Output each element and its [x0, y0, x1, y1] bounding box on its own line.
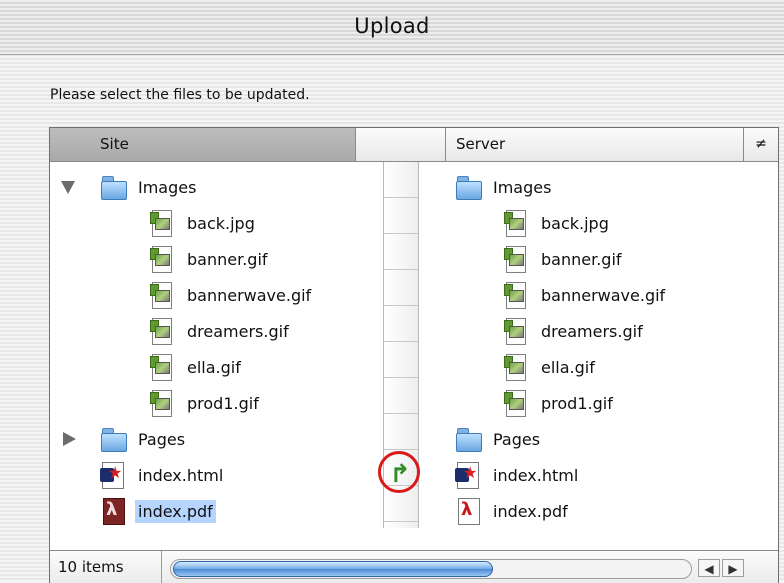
site-file-index-pdf[interactable]: λ index.pdf [50, 493, 216, 529]
instruction-text: Please select the files to be updated. [50, 87, 310, 103]
image-file-icon [503, 209, 527, 237]
server-file-index-html[interactable]: ★ index.html [455, 457, 578, 493]
server-item-label: prod1.gif [541, 393, 613, 413]
pdf-file-icon: λ [100, 497, 126, 525]
server-item-label: index.html [493, 465, 579, 485]
image-file-icon [149, 281, 173, 309]
site-item-label: Pages [138, 429, 186, 449]
image-file-icon [149, 389, 173, 417]
server-file-dreamers-gif[interactable]: dreamers.gif [503, 313, 643, 349]
image-file-icon [503, 281, 527, 309]
site-folder-pages[interactable]: Pages [50, 421, 185, 457]
site-file-ella-gif[interactable]: ella.gif [50, 349, 241, 385]
site-item-label: banner.gif [187, 249, 268, 269]
image-file-icon [149, 209, 173, 237]
site-item-label-selected: index.pdf [135, 499, 216, 523]
folder-icon [100, 174, 127, 200]
server-item-label: Pages [493, 429, 541, 449]
site-file-dreamers-gif[interactable]: dreamers.gif [50, 313, 289, 349]
image-file-icon [503, 245, 527, 273]
status-bar: 10 items ◀ ▶ [50, 550, 778, 583]
action-cell[interactable] [384, 306, 418, 342]
image-file-icon [149, 317, 173, 345]
site-file-back-jpg[interactable]: back.jpg [50, 205, 255, 241]
action-column-header[interactable] [356, 128, 446, 162]
site-folder-images[interactable]: Images [50, 169, 196, 205]
image-file-icon [149, 353, 173, 381]
server-file-ella-gif[interactable]: ella.gif [503, 349, 595, 385]
sort-order-button[interactable]: ≠ [744, 128, 778, 162]
put-arrow-icon[interactable]: ↱ [381, 454, 419, 492]
action-cell[interactable] [384, 270, 418, 306]
horizontal-scrollbar[interactable] [170, 559, 692, 579]
site-item-label: index.html [138, 465, 224, 485]
site-item-label: prod1.gif [187, 393, 259, 413]
server-file-back-jpg[interactable]: back.jpg [503, 205, 609, 241]
server-item-label: dreamers.gif [541, 321, 643, 341]
folder-icon [100, 426, 127, 452]
site-file-banner-gif[interactable]: banner.gif [50, 241, 268, 277]
action-cell[interactable] [384, 378, 418, 414]
site-item-label: dreamers.gif [187, 321, 289, 341]
server-item-label: index.pdf [493, 501, 568, 521]
server-file-prod1-gif[interactable]: prod1.gif [503, 385, 613, 421]
site-item-label: ella.gif [187, 357, 241, 377]
folder-icon [455, 174, 482, 200]
scroll-right-arrow-icon[interactable]: ▶ [722, 559, 744, 577]
site-item-label: back.jpg [187, 213, 255, 233]
site-item-label: bannerwave.gif [187, 285, 312, 305]
action-cell[interactable] [384, 198, 418, 234]
server-item-label: back.jpg [541, 213, 609, 233]
scroll-left-arrow-icon[interactable]: ◀ [698, 559, 720, 577]
title-bar: Upload [0, 0, 784, 55]
site-file-bannerwave-gif[interactable]: bannerwave.gif [50, 277, 311, 313]
server-item-label: banner.gif [541, 249, 622, 269]
site-item-label: Images [138, 177, 197, 197]
server-file-index-pdf[interactable]: λ index.pdf [455, 493, 568, 529]
action-cell[interactable] [384, 162, 418, 198]
image-file-icon [503, 389, 527, 417]
scrollbar-thumb[interactable] [173, 561, 493, 577]
action-cell[interactable] [384, 234, 418, 270]
server-column-header[interactable]: Server [446, 128, 744, 162]
disclosure-triangle-collapsed-icon[interactable] [63, 432, 76, 446]
server-item-label: bannerwave.gif [541, 285, 666, 305]
server-item-label: ella.gif [541, 357, 595, 377]
pdf-file-icon: λ [455, 497, 481, 525]
image-file-icon [149, 245, 173, 273]
site-file-index-html[interactable]: ★ index.html [50, 457, 223, 493]
server-item-label: Images [493, 177, 552, 197]
server-folder-images[interactable]: Images [455, 169, 551, 205]
server-file-banner-gif[interactable]: banner.gif [503, 241, 622, 277]
file-comparison-panel: Site Server ≠ Images back.jpg banner.gif… [49, 127, 779, 583]
server-file-bannerwave-gif[interactable]: bannerwave.gif [503, 277, 665, 313]
image-file-icon [503, 353, 527, 381]
window-title: Upload [354, 14, 430, 38]
html-file-icon: ★ [100, 461, 126, 489]
site-column-header[interactable]: Site [50, 128, 356, 162]
html-file-icon: ★ [455, 461, 481, 489]
folder-icon [455, 426, 482, 452]
item-count: 10 items [50, 551, 162, 583]
site-file-prod1-gif[interactable]: prod1.gif [50, 385, 259, 421]
action-cell[interactable] [384, 414, 418, 450]
action-cell[interactable] [384, 342, 418, 378]
image-file-icon [503, 317, 527, 345]
disclosure-triangle-expanded-icon[interactable] [61, 180, 75, 194]
server-folder-pages[interactable]: Pages [455, 421, 540, 457]
